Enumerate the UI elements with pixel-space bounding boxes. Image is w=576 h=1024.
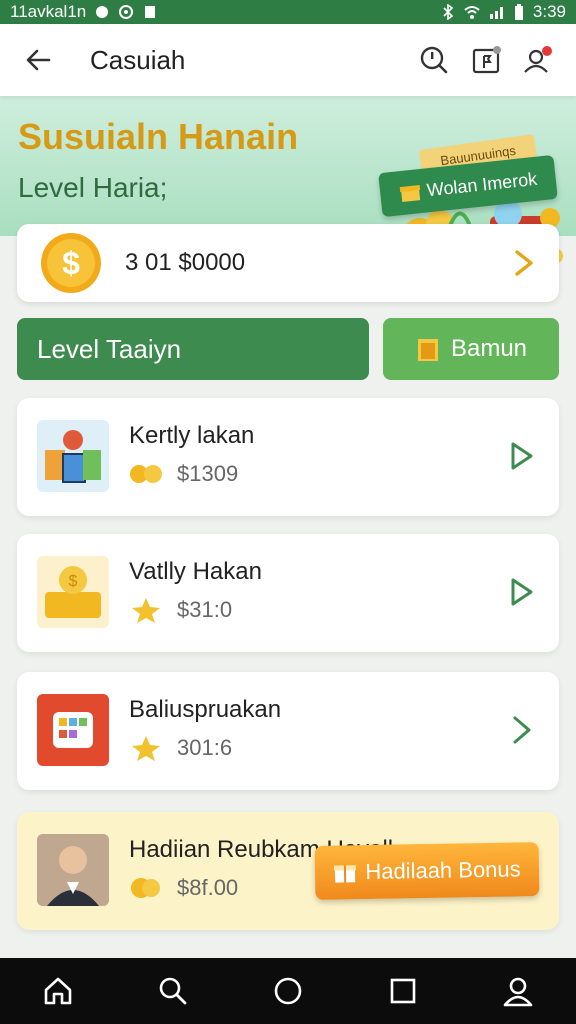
bottom-nav: [0, 958, 576, 1024]
list-item[interactable]: Kertly lakan $1309: [17, 398, 559, 516]
bonus-button-label: Bamun: [450, 335, 528, 362]
bluetooth-icon: [443, 4, 454, 20]
hero-subtitle: Level Haria;: [18, 172, 168, 203]
item-price-row: $1309: [129, 460, 238, 488]
item-price-row: $31:0: [129, 596, 232, 624]
star-coin-icon: [132, 736, 160, 761]
notification-icon: [96, 6, 109, 18]
dollar-coin-icon: $: [41, 233, 101, 293]
app-bar: Casuiah: [0, 24, 576, 96]
target-icon: [119, 5, 134, 19]
circle-icon: [274, 977, 302, 1005]
coin-stack-icon: [130, 465, 162, 483]
bonus-button[interactable]: Bamun: [383, 318, 559, 380]
item-thumbnail: [37, 420, 109, 492]
chevron-right-icon: [515, 250, 533, 276]
svg-text:$: $: [69, 573, 78, 590]
user-notification-icon: [524, 46, 552, 73]
page-title: Casuiah: [90, 44, 186, 75]
download-icon: [145, 6, 156, 18]
square-icon: [390, 978, 416, 1004]
list-item[interactable]: $ Vatlly Hakan $31:0: [17, 534, 559, 652]
item-price: $1309: [177, 461, 239, 486]
play-arrow-icon: [511, 442, 533, 470]
hero-title: Susuialn Hanain: [18, 116, 299, 157]
flag-button[interactable]: [464, 38, 508, 82]
level-button[interactable]: Level Taaiyn: [17, 318, 369, 380]
coins-pile-icon: $: [45, 566, 101, 618]
star-coin-icon: [132, 598, 160, 623]
nav-profile[interactable]: [494, 967, 542, 1015]
app-grid-icon: [53, 712, 93, 748]
person-photo-icon: [37, 834, 109, 906]
nav-circle[interactable]: [264, 967, 312, 1015]
back-button[interactable]: [16, 38, 60, 82]
nav-search[interactable]: [149, 967, 197, 1015]
item-price: $8f.00: [177, 875, 239, 900]
carrier-text: 11avkal1n: [10, 2, 87, 21]
nav-square[interactable]: [379, 967, 427, 1015]
chevron-right-icon: [513, 716, 531, 744]
gift-icon: [399, 185, 420, 202]
shop-icon: [45, 430, 101, 483]
list-item[interactable]: Baliuspruakan 301:6: [17, 672, 559, 790]
hero-badge-label: Wolan Imerok: [425, 168, 538, 200]
search-icon: [420, 46, 448, 74]
hadiah-bonus-button[interactable]: Hadilaah Bonus: [314, 842, 540, 900]
status-bar: 11avkal1n 3:39: [0, 0, 576, 24]
bonus-icon: [417, 339, 438, 361]
profile-button[interactable]: [516, 38, 560, 82]
item-thumbnail: [37, 694, 109, 766]
item-title: Vatlly Hakan: [129, 558, 262, 585]
item-title: Kertly lakan: [129, 422, 255, 449]
search-button[interactable]: [412, 38, 456, 82]
flag-icon: [472, 46, 501, 74]
balance-card[interactable]: $ 3 01 $0000: [17, 224, 559, 302]
wifi-icon: [464, 6, 480, 19]
play-arrow-icon: [511, 578, 533, 606]
item-price-row: 301:6: [129, 734, 232, 762]
svg-text:$: $: [62, 245, 80, 281]
home-icon: [44, 977, 71, 1005]
item-price: 301:6: [177, 735, 233, 760]
item-title: Baliuspruakan: [129, 696, 282, 723]
status-time: 3:39: [532, 2, 566, 21]
gift-icon: [334, 865, 357, 883]
item-thumbnail: $: [37, 556, 109, 628]
signal-icon: [489, 7, 503, 19]
balance-amount: 3 01 $0000: [125, 249, 246, 276]
list-item-featured[interactable]: Hadiian Reubkam Uevall $8f.00 Hadilaah B…: [17, 812, 559, 930]
back-arrow-icon: [26, 49, 51, 71]
item-price: $31:0: [177, 597, 233, 622]
item-price-row: $8f.00: [129, 874, 238, 902]
nav-home[interactable]: [34, 967, 82, 1015]
avatar: [37, 834, 109, 906]
hadiah-bonus-label: Hadilaah Bonus: [365, 856, 521, 885]
battery-icon: [514, 4, 523, 20]
coin-stack-icon: [131, 878, 160, 898]
search-icon: [159, 977, 187, 1005]
user-icon: [504, 977, 533, 1007]
